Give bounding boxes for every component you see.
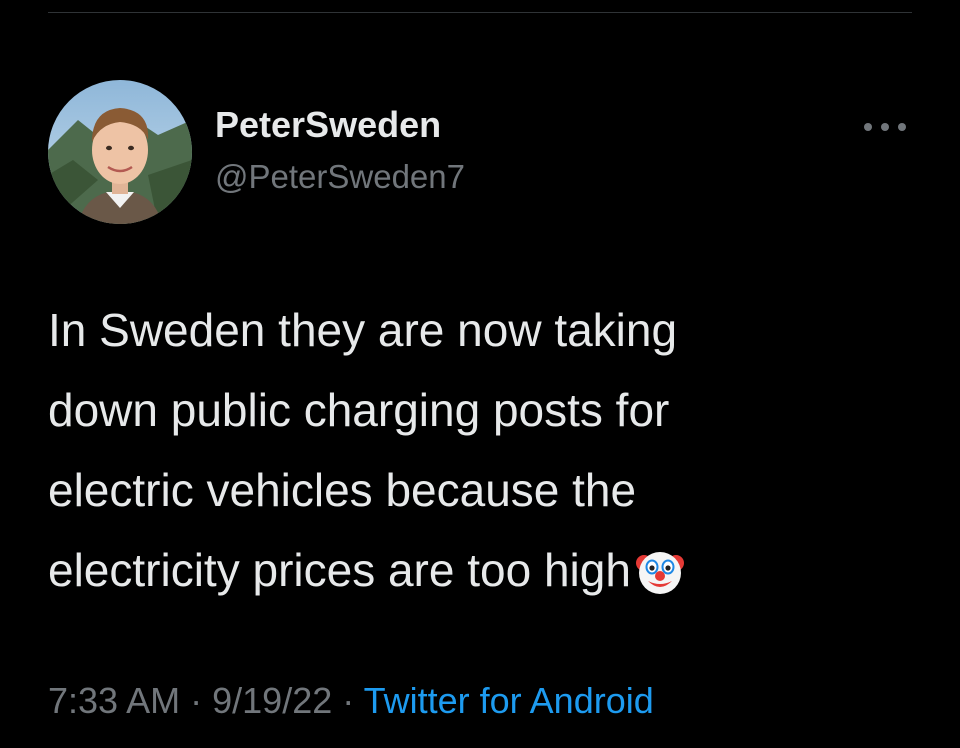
meta-separator: · — [190, 680, 203, 721]
tweet-time: 7:33 AM — [48, 680, 181, 721]
author-handle[interactable]: @PeterSweden7 — [215, 158, 465, 196]
tweet-text: In Sweden they are now taking down publi… — [48, 290, 928, 620]
meta-separator: · — [342, 680, 355, 721]
more-dots-icon — [864, 123, 906, 131]
tweet-date: 9/19/22 — [212, 680, 333, 721]
tweet-meta: 7:33 AM · 9/19/22 · Twitter for Android — [48, 680, 654, 722]
avatar-photo — [48, 80, 192, 224]
tweet-source-link[interactable]: Twitter for Android — [364, 680, 654, 721]
top-divider — [48, 12, 912, 13]
author-display-name[interactable]: PeterSweden — [215, 104, 441, 146]
avatar[interactable] — [48, 80, 192, 224]
more-options-button[interactable] — [858, 112, 912, 142]
tweet-body: In Sweden they are now taking down publi… — [48, 304, 678, 596]
clown-face-icon — [635, 540, 685, 620]
